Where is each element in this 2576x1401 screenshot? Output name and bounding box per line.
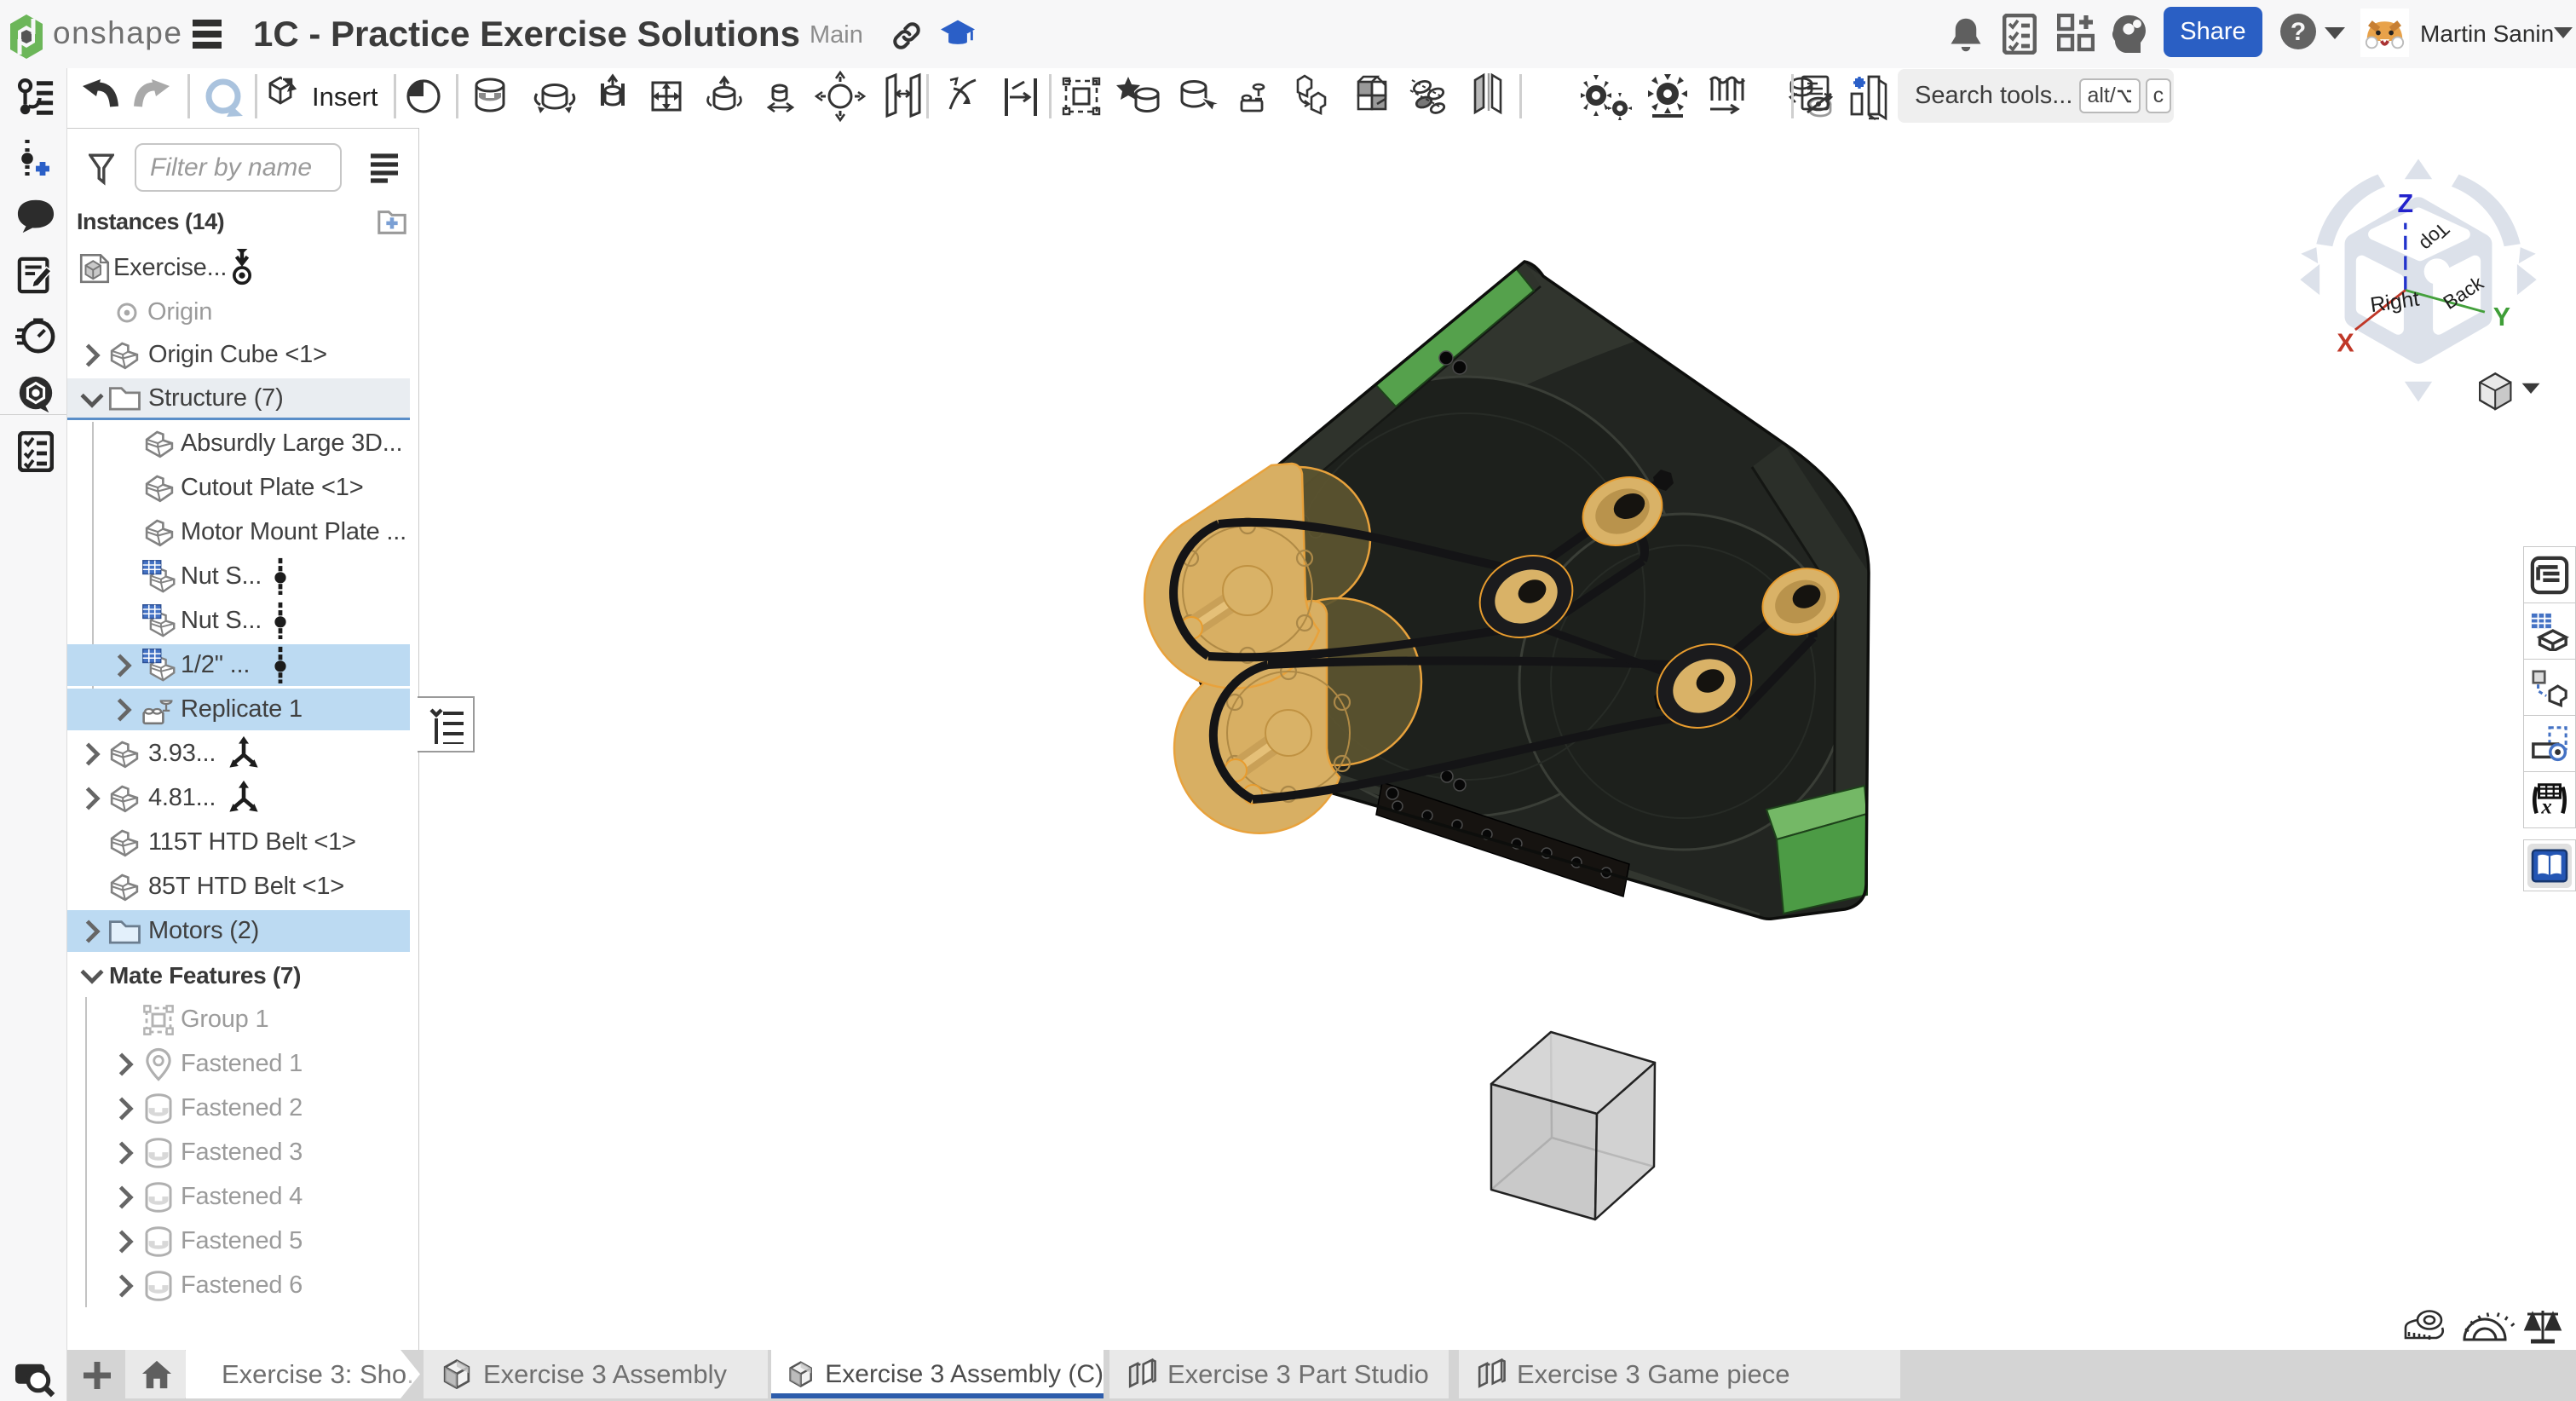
- svg-text:Z: Z: [2398, 189, 2414, 218]
- svg-text:Y: Y: [2493, 303, 2510, 332]
- svg-text:x: x: [2540, 795, 2551, 818]
- svg-text:X: X: [2337, 329, 2354, 358]
- svg-text:Insert: Insert: [312, 82, 378, 112]
- svg-text:?: ?: [2291, 18, 2306, 46]
